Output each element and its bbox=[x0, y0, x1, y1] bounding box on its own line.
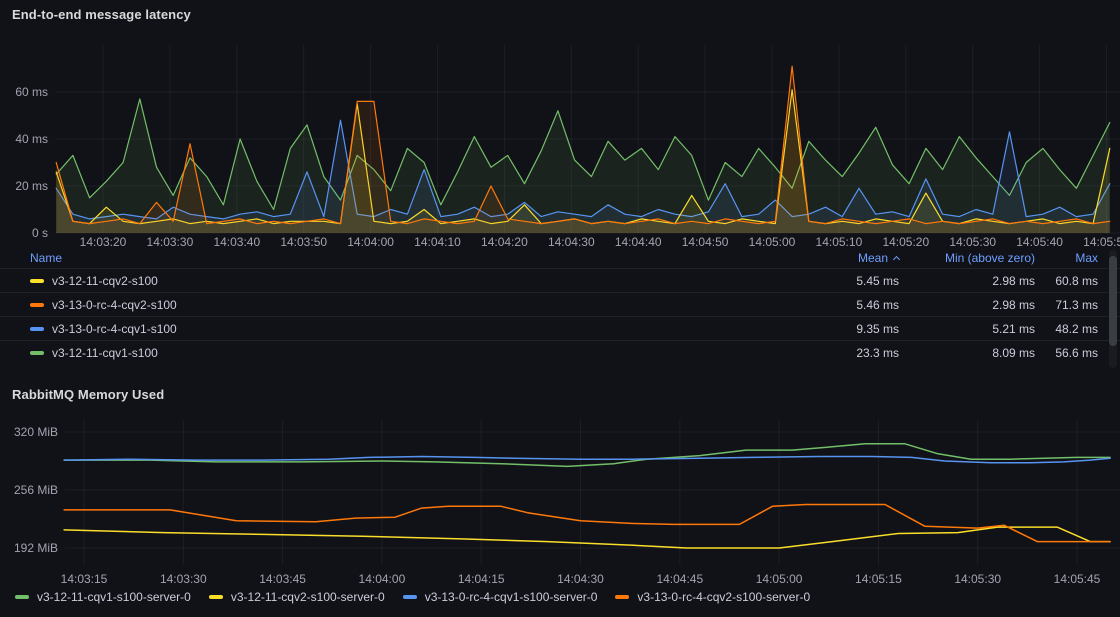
x-tick-label: 14:03:50 bbox=[280, 235, 327, 249]
x-tick-label: 14:04:30 bbox=[557, 572, 604, 586]
series-toggle[interactable]: v3-13-0-rc-4-cqv2-s100-server-0 bbox=[615, 590, 810, 604]
legend-header-min[interactable]: Min (above zero) bbox=[899, 251, 1035, 265]
legend-table-row: v3-13-0-rc-4-cqv1-s100 9.35 ms5.21 ms48.2… bbox=[0, 316, 1120, 340]
series-min-value: 2.98 ms bbox=[899, 274, 1035, 288]
panel-latency: End-to-end message latency 60 ms40 ms20 … bbox=[0, 0, 1120, 376]
series-min-value: 2.98 ms bbox=[899, 298, 1035, 312]
x-tick-label: 14:03:40 bbox=[213, 235, 260, 249]
x-tick-label: 14:04:00 bbox=[347, 235, 394, 249]
legend-table-row: v3-12-11-cqv1-s100 23.3 ms8.09 ms56.6 ms bbox=[0, 340, 1120, 364]
x-tick-label: 14:05:00 bbox=[749, 235, 796, 249]
series-name: v3-12-11-cqv2-s100-server-0 bbox=[231, 590, 385, 604]
x-tick-label: 14:04:40 bbox=[615, 235, 662, 249]
x-tick-label: 14:04:10 bbox=[414, 235, 461, 249]
series-name: v3-13-0-rc-4-cqv1-s100 bbox=[52, 322, 177, 336]
y-tick-label: 256 MiB bbox=[0, 483, 58, 497]
y-tick-label: 40 ms bbox=[0, 132, 48, 146]
x-tick-label: 14:05:10 bbox=[816, 235, 863, 249]
series-color-swatch bbox=[30, 351, 44, 355]
series-mean-value: 9.35 ms bbox=[784, 322, 899, 336]
y-tick-label: 320 MiB bbox=[0, 425, 58, 439]
x-tick-label: 14:05:20 bbox=[882, 235, 929, 249]
memory-legend: v3-12-11-cqv1-s100-server-0 v3-12-11-cqv2… bbox=[15, 590, 1120, 604]
x-tick-label: 14:04:45 bbox=[656, 572, 703, 586]
x-tick-label: 14:05:40 bbox=[1016, 235, 1063, 249]
memory-chart-plot[interactable] bbox=[0, 376, 1120, 588]
series-name: v3-12-11-cqv2-s100 bbox=[52, 274, 158, 288]
series-color-swatch bbox=[209, 595, 223, 599]
series-color-swatch bbox=[30, 303, 44, 307]
y-tick-label: 20 ms bbox=[0, 179, 48, 193]
legend-table-row: v3-13-0-rc-4-cqv2-s100 5.46 ms2.98 ms71.3… bbox=[0, 292, 1120, 316]
series-name: v3-12-11-cqv1-s100-server-0 bbox=[37, 590, 191, 604]
series-max-value: 60.8 ms bbox=[1035, 274, 1098, 288]
legend-table-row: v3-12-11-cqv2-s100 5.45 ms2.98 ms60.8 ms bbox=[0, 268, 1120, 292]
legend-header-max[interactable]: Max bbox=[1035, 251, 1098, 265]
series-name: v3-12-11-cqv1-s100 bbox=[52, 346, 158, 360]
series-toggle[interactable]: v3-12-11-cqv2-s100 bbox=[0, 274, 784, 288]
x-tick-label: 14:04:30 bbox=[548, 235, 595, 249]
series-max-value: 48.2 ms bbox=[1035, 322, 1098, 336]
series-name: v3-13-0-rc-4-cqv1-s100-server-0 bbox=[425, 590, 598, 604]
x-tick-label: 14:03:20 bbox=[80, 235, 127, 249]
legend-header-mean[interactable]: Mean bbox=[784, 251, 899, 265]
x-tick-label: 14:03:15 bbox=[61, 572, 108, 586]
series-name: v3-13-0-rc-4-cqv2-s100-server-0 bbox=[637, 590, 810, 604]
series-mean-value: 5.45 ms bbox=[784, 274, 899, 288]
y-tick-label: 0 s bbox=[0, 226, 48, 240]
series-toggle[interactable]: v3-13-0-rc-4-cqv2-s100 bbox=[0, 298, 784, 312]
y-tick-label: 192 MiB bbox=[0, 541, 58, 555]
x-tick-label: 14:04:20 bbox=[481, 235, 528, 249]
y-tick-label: 60 ms bbox=[0, 85, 48, 99]
series-toggle[interactable]: v3-12-11-cqv1-s100 bbox=[0, 346, 784, 360]
x-tick-label: 14:05:50 bbox=[1083, 235, 1120, 249]
legend-header-name[interactable]: Name bbox=[0, 251, 784, 265]
series-min-value: 5.21 ms bbox=[899, 322, 1035, 336]
panel-memory: RabbitMQ Memory Used 320 MiB256 MiB192 M… bbox=[0, 376, 1120, 617]
x-tick-label: 14:03:30 bbox=[147, 235, 194, 249]
legend-table: Name Mean Min (above zero) Max v3-12-11-… bbox=[0, 248, 1120, 364]
x-tick-label: 14:05:30 bbox=[949, 235, 996, 249]
x-tick-label: 14:03:45 bbox=[259, 572, 306, 586]
x-tick-label: 14:03:30 bbox=[160, 572, 207, 586]
x-tick-label: 14:05:00 bbox=[756, 572, 803, 586]
series-color-swatch bbox=[615, 595, 629, 599]
latency-chart-plot[interactable] bbox=[0, 0, 1120, 248]
legend-scrollbar-thumb[interactable] bbox=[1109, 256, 1117, 346]
series-color-swatch bbox=[30, 279, 44, 283]
x-tick-label: 14:05:15 bbox=[855, 572, 902, 586]
x-tick-label: 14:04:00 bbox=[359, 572, 406, 586]
series-max-value: 71.3 ms bbox=[1035, 298, 1098, 312]
series-max-value: 56.6 ms bbox=[1035, 346, 1098, 360]
series-color-swatch bbox=[403, 595, 417, 599]
series-name: v3-13-0-rc-4-cqv2-s100 bbox=[52, 298, 177, 312]
x-tick-label: 14:05:45 bbox=[1054, 572, 1101, 586]
x-tick-label: 14:05:30 bbox=[954, 572, 1001, 586]
series-toggle[interactable]: v3-13-0-rc-4-cqv1-s100 bbox=[0, 322, 784, 336]
series-toggle[interactable]: v3-12-11-cqv1-s100-server-0 bbox=[15, 590, 191, 604]
series-mean-value: 5.46 ms bbox=[784, 298, 899, 312]
series-toggle[interactable]: v3-13-0-rc-4-cqv1-s100-server-0 bbox=[403, 590, 598, 604]
series-color-swatch bbox=[15, 595, 29, 599]
series-min-value: 8.09 ms bbox=[899, 346, 1035, 360]
x-tick-label: 14:04:15 bbox=[458, 572, 505, 586]
series-mean-value: 23.3 ms bbox=[784, 346, 899, 360]
series-toggle[interactable]: v3-12-11-cqv2-s100-server-0 bbox=[209, 590, 385, 604]
series-color-swatch bbox=[30, 327, 44, 331]
legend-table-header: Name Mean Min (above zero) Max bbox=[0, 248, 1120, 268]
x-tick-label: 14:04:50 bbox=[682, 235, 729, 249]
